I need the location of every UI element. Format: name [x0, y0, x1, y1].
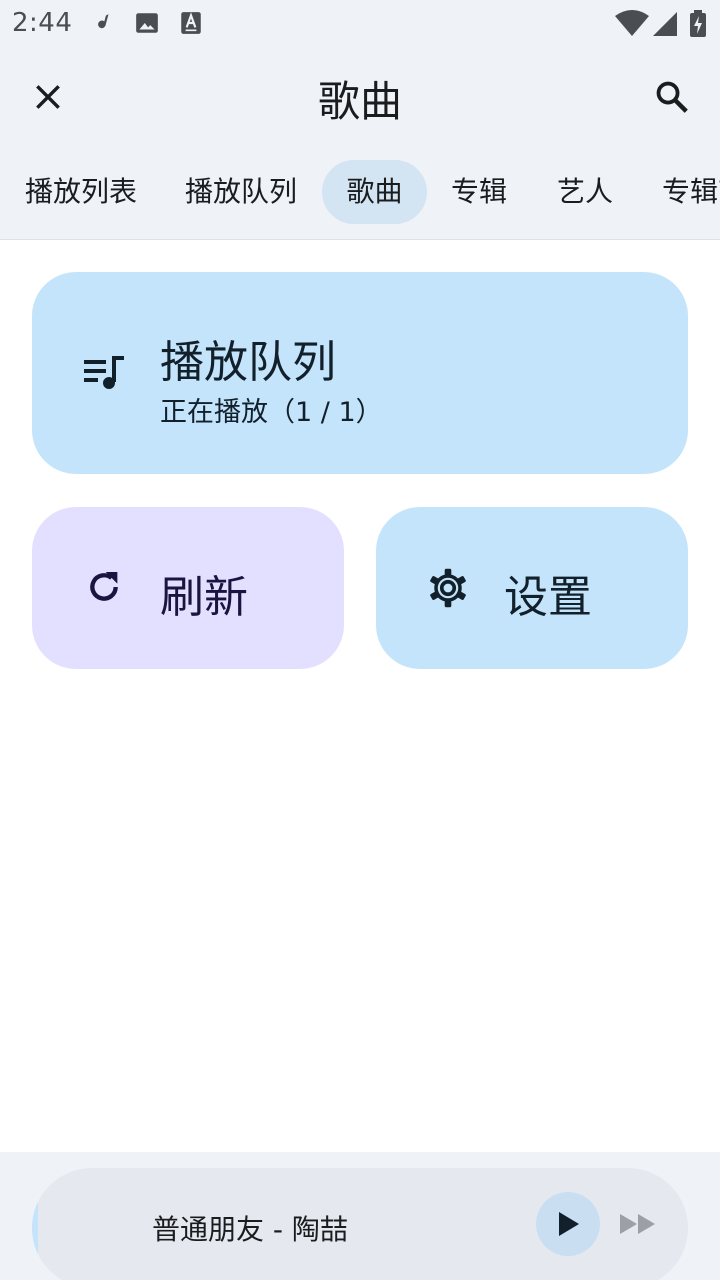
music-note-icon	[98, 14, 109, 29]
mini-player-area: 普通朋友 - 陶喆	[0, 1152, 720, 1280]
tab-artists[interactable]: 艺人	[556, 160, 614, 224]
mini-player[interactable]: 普通朋友 - 陶喆	[32, 1168, 688, 1280]
gear-icon	[430, 568, 466, 608]
refresh-card[interactable]: 刷新	[32, 507, 344, 669]
text-a-icon	[181, 12, 201, 34]
play-icon	[559, 1212, 579, 1236]
settings-label: 设置	[504, 572, 592, 623]
refresh-label: 刷新	[160, 572, 248, 623]
tab-play-queue[interactable]: 播放队列	[184, 160, 298, 224]
queue-card-subtitle: 正在播放（1 / 1）	[160, 397, 383, 428]
image-icon	[136, 13, 158, 33]
battery-charging-icon	[690, 10, 706, 37]
play-button[interactable]	[536, 1192, 600, 1256]
search-button[interactable]	[648, 73, 696, 121]
player-progress-accent	[32, 1168, 38, 1280]
search-icon	[656, 81, 688, 113]
skip-next-icon	[620, 1214, 655, 1234]
settings-card[interactable]: 设置	[376, 507, 688, 669]
tab-playlists[interactable]: 播放列表	[24, 160, 138, 224]
status-bar: 2:44	[0, 0, 720, 48]
tab-album-artists[interactable]: 专辑艺	[662, 160, 720, 224]
refresh-icon	[90, 572, 118, 601]
status-time: 2:44	[12, 8, 73, 38]
now-playing-title: 普通朋友 - 陶喆	[152, 1213, 348, 1246]
tab-albums[interactable]: 专辑	[450, 160, 508, 224]
screen: 2:44 歌曲 播放列表 播放队列 歌曲 专辑 艺人 专辑 播放队列 正在播放（…	[0, 0, 720, 1280]
page-title: 歌曲	[317, 77, 402, 126]
queue-music-icon	[84, 356, 124, 389]
skip-next-button[interactable]	[616, 1204, 660, 1244]
app-bar: 歌曲	[0, 48, 720, 146]
category-tabs: 播放列表 播放队列 歌曲 专辑 艺人 专辑艺	[0, 146, 720, 240]
signal-icon	[653, 12, 677, 36]
wifi-icon	[615, 10, 649, 36]
queue-card-title: 播放队列	[160, 337, 336, 388]
tab-songs[interactable]: 歌曲	[322, 160, 427, 224]
play-queue-card[interactable]: 播放队列 正在播放（1 / 1）	[32, 272, 688, 474]
